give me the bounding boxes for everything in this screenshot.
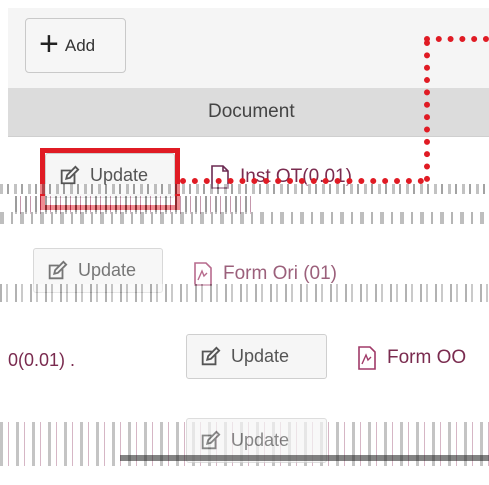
document-link[interactable]: Form OO — [357, 346, 466, 370]
update-label: Update — [231, 430, 290, 450]
document-name: Form Ori (01) — [223, 263, 337, 284]
update-label: Update — [78, 260, 137, 280]
row-divider — [0, 466, 489, 485]
edit-icon — [201, 430, 221, 449]
document-name: Form OO — [387, 347, 467, 368]
document-table-screen: + Add Document Update Inst OT(0.01) Upda… — [0, 0, 489, 485]
update-button[interactable]: Update — [186, 334, 327, 379]
pdf-icon — [358, 346, 376, 370]
glitch-strip — [120, 455, 489, 461]
edit-icon — [48, 260, 68, 279]
row-text: 0(0.01) . — [8, 350, 76, 370]
connector-line-vertical — [424, 40, 430, 182]
add-label: Add — [64, 35, 96, 55]
glitch-strip — [0, 184, 489, 194]
add-button[interactable]: + Add — [25, 18, 126, 73]
pdf-icon — [194, 262, 212, 286]
update-label: Update — [231, 346, 290, 366]
document-link[interactable]: Form Ori (01) — [193, 262, 337, 286]
glitch-strip — [0, 284, 489, 302]
table-header: Document — [8, 88, 489, 137]
edit-icon — [201, 346, 221, 365]
connector-line-top — [424, 36, 489, 42]
column-header-document: Document — [208, 101, 295, 122]
plus-icon: + — [39, 25, 59, 63]
toolbar: + Add — [8, 8, 489, 89]
glitch-strip — [0, 212, 489, 224]
